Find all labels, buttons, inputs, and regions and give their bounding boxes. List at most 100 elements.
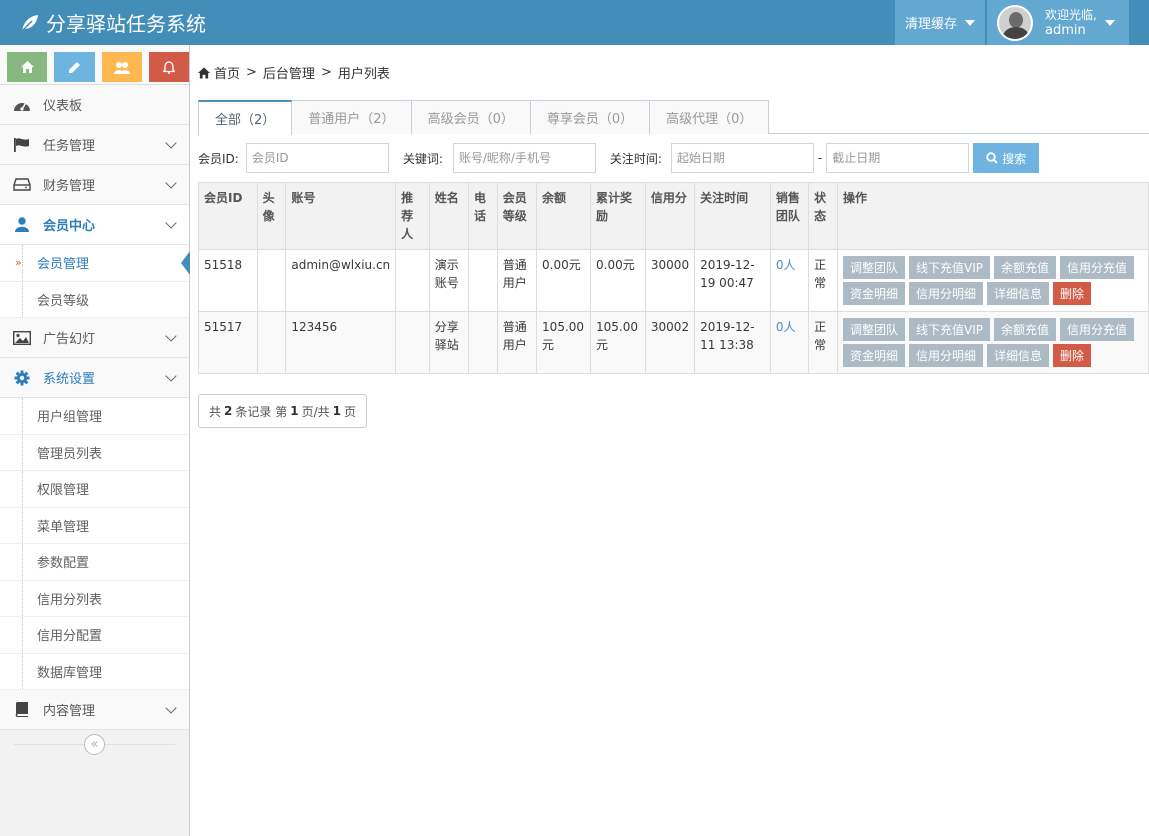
caret-down-icon [1104, 19, 1115, 26]
cell-sales-team-link[interactable]: 0人 [769, 311, 810, 374]
cog-icon [14, 370, 30, 385]
cell-actions: 调整团队 线下充值VIP 余额充值 信用分充值 资金明细 信用分明细 详细信息 … [837, 311, 1149, 374]
cell-level: 普通用户 [496, 249, 538, 312]
offline-vip-recharge-button[interactable]: 线下充值VIP [909, 256, 991, 279]
sidebar-subitem-permissions[interactable]: 权限管理 [0, 471, 189, 508]
adjust-team-button[interactable]: 调整团队 [843, 318, 906, 341]
delete-button[interactable]: 删除 [1053, 344, 1092, 367]
tab-regular-users[interactable]: 普通用户（2） [291, 100, 412, 134]
clear-cache-button[interactable]: 清理缓存 [895, 0, 985, 45]
cell-avatar [256, 249, 287, 312]
sidebar-subitem-params[interactable]: 参数配置 [0, 544, 189, 581]
home-shortcut-button[interactable] [7, 52, 48, 82]
column-header: 状态 [808, 182, 838, 250]
pager-total: 2 [224, 404, 233, 418]
column-header: 操作 [837, 182, 1149, 250]
sidebar-item-label: 内容管理 [43, 704, 96, 719]
sidebar-subitem-user-groups[interactable]: 用户组管理 [0, 398, 189, 435]
flag-icon [14, 137, 29, 152]
active-pointer [181, 251, 190, 275]
adjust-team-button[interactable]: 调整团队 [843, 256, 906, 279]
users-icon [113, 61, 130, 74]
keyword-input[interactable] [452, 143, 596, 173]
table-row: 51518 admin@wlxiu.cn 演示账号 普通用户 0.00元 0.0… [198, 249, 1149, 312]
tab-premium-members[interactable]: 尊享会员（0） [529, 100, 651, 134]
tab-senior-members[interactable]: 高级会员（0） [410, 100, 531, 134]
cell-referrer [395, 249, 430, 312]
sidebar-subitem-label: 会员等级 [37, 293, 90, 309]
cell-referrer [395, 311, 430, 374]
credit-details-button[interactable]: 信用分明细 [909, 282, 984, 305]
main-content: 首页 > 后台管理 > 用户列表 全部（2） 普通用户（2） 高级会员（0） 尊… [198, 45, 1149, 428]
tab-all[interactable]: 全部（2） [198, 100, 293, 135]
sidebar-subitem-member-levels[interactable]: 会员等级 [0, 281, 189, 318]
cell-member-id: 51518 [198, 249, 258, 312]
users-shortcut-button[interactable] [101, 52, 142, 82]
pager-prefix: 共 [209, 404, 222, 419]
home-icon [198, 66, 210, 79]
balance-recharge-button[interactable]: 余额充值 [994, 256, 1057, 279]
breadcrumb-item[interactable]: 后台管理 [263, 63, 315, 82]
credit-details-button[interactable]: 信用分明细 [909, 344, 984, 367]
cell-account: admin@wlxiu.cn [285, 249, 397, 312]
bell-shortcut-button[interactable] [148, 52, 189, 82]
user-menu[interactable]: 欢迎光临, admin [987, 0, 1129, 45]
sidebar-item-members[interactable]: 会员中心 [0, 205, 189, 245]
sidebar-subitem-label: 用户组管理 [37, 410, 103, 426]
credit-recharge-button[interactable]: 信用分充值 [1060, 318, 1135, 341]
chevron-down-icon [165, 137, 177, 149]
user-icon [15, 217, 29, 232]
credit-recharge-button[interactable]: 信用分充值 [1060, 256, 1135, 279]
delete-button[interactable]: 删除 [1053, 282, 1092, 305]
brand[interactable]: 分享驿站任务系统 [20, 0, 206, 45]
cell-avatar [256, 311, 287, 374]
column-header: 销售团队 [769, 182, 810, 250]
offline-vip-recharge-button[interactable]: 线下充值VIP [909, 318, 991, 341]
caret-down-icon [965, 19, 975, 26]
clear-cache-label: 清理缓存 [904, 17, 957, 32]
sidebar-item-dashboard[interactable]: 仪表板 [0, 85, 189, 125]
sidebar-subitem-credit-list[interactable]: 信用分列表 [0, 580, 189, 617]
cell-sales-team-link[interactable]: 0人 [769, 249, 810, 312]
sidebar-item-label: 仪表板 [43, 99, 83, 114]
breadcrumb-separator: > [246, 65, 257, 80]
sidebar-item-label: 广告幻灯 [43, 332, 96, 347]
sidebar-subitem-credit-config[interactable]: 信用分配置 [0, 617, 189, 654]
sidebar-item-content[interactable]: 内容管理 [0, 690, 189, 730]
sidebar-subitem-menus[interactable]: 菜单管理 [0, 507, 189, 544]
pager-pages: 1 [332, 404, 341, 418]
search-button[interactable]: 搜索 [973, 143, 1040, 173]
sidebar-subitem-database[interactable]: 数据库管理 [0, 653, 189, 690]
cell-status: 正常 [808, 311, 838, 374]
column-header: 账号 [285, 182, 397, 250]
cell-member-id: 51517 [198, 311, 258, 374]
cell-actions: 调整团队 线下充值VIP 余额充值 信用分充值 资金明细 信用分明细 详细信息 … [837, 249, 1149, 312]
detail-info-button[interactable]: 详细信息 [987, 282, 1050, 305]
breadcrumb-home-link[interactable]: 首页 [214, 63, 240, 82]
sidebar-item-tasks[interactable]: 任务管理 [0, 125, 189, 165]
sidebar-subitem-admin-list[interactable]: 管理员列表 [0, 434, 189, 471]
cell-account: 123456 [285, 311, 397, 374]
sidebar-item-settings[interactable]: 系统设置 [0, 358, 189, 398]
sidebar-subitem-label: 数据库管理 [37, 665, 103, 681]
sidebar-subitem-member-management[interactable]: » 会员管理 [0, 245, 190, 282]
pencil-shortcut-button[interactable] [54, 52, 95, 82]
cell-follow-time: 2019-12-11 13:38 [694, 311, 771, 374]
sidebar-item-finance[interactable]: 财务管理 [0, 165, 189, 205]
search-filters: 会员ID: 关键词: 关注时间: - 搜索 [198, 134, 1149, 182]
chevron-down-icon [165, 217, 177, 229]
tab-senior-agents[interactable]: 高级代理（0） [649, 100, 770, 134]
member-id-input[interactable] [245, 143, 389, 173]
sidebar-item-label: 系统设置 [43, 372, 96, 387]
fund-details-button[interactable]: 资金明细 [843, 282, 906, 305]
fund-details-button[interactable]: 资金明细 [843, 344, 906, 367]
end-date-input[interactable] [826, 143, 970, 173]
collapse-sidebar-button[interactable]: « [84, 734, 105, 755]
balance-recharge-button[interactable]: 余额充值 [994, 318, 1057, 341]
sidebar-item-ads[interactable]: 广告幻灯 [0, 318, 189, 358]
start-date-input[interactable] [670, 143, 814, 173]
cell-reward: 105.00元 [590, 311, 646, 374]
sidebar-subitem-label: 信用分配置 [37, 629, 103, 645]
column-header[interactable]: 会员ID [198, 182, 258, 250]
detail-info-button[interactable]: 详细信息 [987, 344, 1050, 367]
